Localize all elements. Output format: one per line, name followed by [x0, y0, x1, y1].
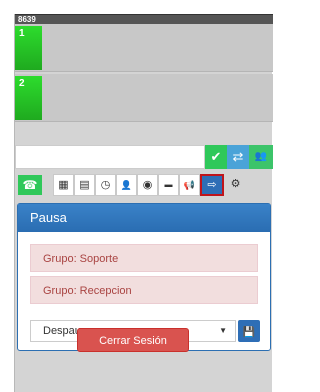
- extension-bar: 8639: [15, 14, 273, 24]
- save-button[interactable]: 💾: [238, 320, 260, 342]
- megaphone-icon: 📢: [183, 180, 196, 190]
- dial-row: ✔ ⇄ 👥: [15, 145, 273, 169]
- dialpad-button[interactable]: ▦: [53, 174, 74, 196]
- line-indicator-2: 2: [15, 76, 42, 120]
- megaphone-button[interactable]: 📢: [179, 174, 200, 196]
- line-row-1[interactable]: 1: [15, 24, 273, 72]
- settings-button[interactable]: ⚙: [225, 174, 246, 196]
- logout-button[interactable]: Cerrar Sesión: [77, 328, 189, 352]
- settings-icon: ⚙: [230, 178, 241, 190]
- phone-icon: ☎: [22, 178, 38, 192]
- chat-button[interactable]: ▬: [158, 174, 179, 196]
- panel-title: Pausa: [18, 204, 270, 232]
- chat-icon: ▬: [164, 180, 173, 189]
- chevron-down-icon: ▼: [219, 326, 227, 335]
- pause-exit-icon: ⇨: [207, 179, 217, 191]
- check-button[interactable]: ✔: [205, 145, 227, 169]
- globe-button[interactable]: ◉: [137, 174, 158, 196]
- line-label: 2: [19, 78, 25, 89]
- clock-button[interactable]: ◷: [95, 174, 116, 196]
- group-item[interactable]: Grupo: Soporte: [30, 244, 258, 272]
- user-icon: 👤: [120, 180, 133, 190]
- calculator-button[interactable]: ▤: [74, 174, 95, 196]
- check-icon: ✔: [210, 149, 222, 164]
- dialpad-icon: ▦: [58, 179, 69, 191]
- extension-number: 8639: [18, 15, 36, 24]
- line-row-2[interactable]: 2: [15, 74, 273, 122]
- group-item[interactable]: Grupo: Recepcion: [30, 276, 258, 304]
- user-button[interactable]: 👤: [116, 174, 137, 196]
- conference-button[interactable]: 👥: [249, 145, 273, 169]
- clock-icon: ◷: [100, 179, 111, 191]
- transfer-icon: ⇄: [232, 149, 244, 164]
- save-icon: 💾: [242, 327, 256, 338]
- dial-input[interactable]: [15, 145, 205, 169]
- toolbar: ☎ ▦ ▤ ◷ 👤 ◉ ▬ 📢 ⇨ ⚙: [15, 174, 273, 196]
- calculator-icon: ▤: [79, 179, 90, 191]
- line-indicator-1: 1: [15, 26, 42, 70]
- line-label: 1: [19, 28, 25, 39]
- conference-icon: 👥: [254, 151, 268, 162]
- pause-button[interactable]: ⇨: [200, 174, 224, 196]
- phone-button[interactable]: ☎: [18, 175, 42, 195]
- transfer-button[interactable]: ⇄: [227, 145, 249, 169]
- phone-panel: 8639 1 2 ✔ ⇄ 👥 ☎ ▦ ▤ ◷ 👤 ◉ ▬ 📢 ⇨ ⚙ Pausa…: [14, 14, 273, 392]
- globe-icon: ◉: [142, 179, 153, 191]
